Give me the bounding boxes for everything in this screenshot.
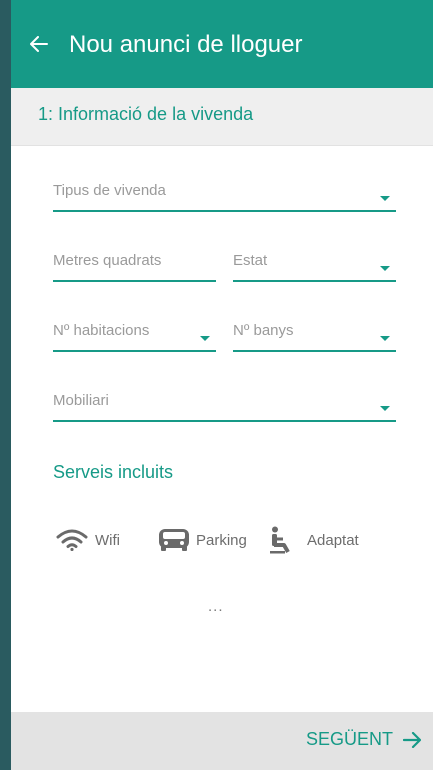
- service-parking-label: Parking: [196, 531, 247, 549]
- next-button-label: SEGÜENT: [305, 729, 393, 749]
- footer-bar: SEGÜENT: [11, 712, 433, 770]
- rooms-placeholder: Nº habitacions: [53, 322, 150, 339]
- accessible-icon: [270, 526, 290, 554]
- car-icon: [159, 529, 189, 551]
- service-adaptat-label: Adaptat: [307, 531, 359, 549]
- service-adaptat[interactable]: Adaptat: [268, 522, 359, 558]
- services-title: Serveis incluits: [53, 462, 174, 482]
- step-label: 1: Informació de la vivenda: [38, 104, 254, 124]
- square-meters-input[interactable]: Metres quadrats: [53, 246, 216, 282]
- step-header: 1: Informació de la vivenda: [11, 88, 433, 146]
- state-placeholder: Estat: [233, 252, 268, 269]
- next-button[interactable]: SEGÜENT: [306, 729, 421, 750]
- bathrooms-select[interactable]: Nº banys: [233, 316, 396, 352]
- furniture-placeholder: Mobiliari: [53, 392, 109, 409]
- property-type-select[interactable]: Tipus de vivenda: [53, 176, 396, 212]
- app-bar: Nou anunci de lloguer: [11, 0, 433, 88]
- dropdown-arrow-icon: [380, 406, 390, 411]
- dropdown-arrow-icon: [380, 336, 390, 341]
- square-meters-placeholder: Metres quadrats: [53, 252, 162, 269]
- dropdown-arrow-icon: [380, 196, 390, 201]
- dropdown-arrow-icon: [380, 266, 390, 271]
- state-select[interactable]: Estat: [233, 246, 396, 282]
- bathrooms-placeholder: Nº banys: [233, 322, 294, 339]
- service-parking[interactable]: Parking: [158, 522, 247, 558]
- property-type-placeholder: Tipus de vivenda: [53, 182, 166, 199]
- arrow-right-icon: [403, 731, 421, 748]
- rooms-select[interactable]: Nº habitacions: [53, 316, 216, 352]
- service-wifi[interactable]: Wifi: [56, 522, 120, 558]
- page-title: Nou anunci de lloguer: [69, 31, 303, 58]
- dropdown-arrow-icon: [200, 336, 210, 341]
- more-services[interactable]: ...: [208, 598, 224, 615]
- app-frame: Nou anunci de lloguer 1: Informació de l…: [11, 0, 433, 770]
- back-button[interactable]: [25, 28, 53, 60]
- service-wifi-label: Wifi: [95, 531, 120, 549]
- arrow-left-icon: [30, 36, 48, 52]
- furniture-select[interactable]: Mobiliari: [53, 386, 396, 422]
- wifi-icon: [56, 529, 88, 551]
